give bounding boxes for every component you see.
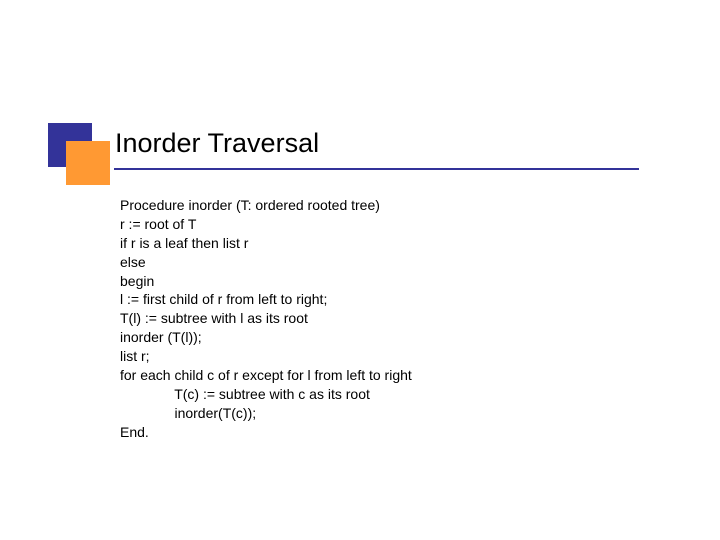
pseudocode-line: list r; [120,347,660,366]
content-body: Procedure inorder (T: ordered rooted tre… [120,196,660,442]
pseudocode-line: l := first child of r from left to right… [120,290,660,309]
slide-logo [48,123,110,185]
pseudocode-line: T(c) := subtree with c as its root [120,385,660,404]
pseudocode-line: Procedure inorder (T: ordered rooted tre… [120,196,660,215]
title-underline [114,168,639,170]
title-area: Inorder Traversal [115,128,319,159]
pseudocode-line: if r is a leaf then list r [120,234,660,253]
pseudocode-line: inorder (T(l)); [120,328,660,347]
pseudocode-line: else [120,253,660,272]
pseudocode-line: End. [120,423,660,442]
logo-square-front [66,141,110,185]
pseudocode-line: T(l) := subtree with l as its root [120,309,660,328]
pseudocode-line: r := root of T [120,215,660,234]
pseudocode-line: inorder(T(c)); [120,404,660,423]
pseudocode-line: begin [120,272,660,291]
slide-title: Inorder Traversal [115,128,319,159]
pseudocode-line: for each child c of r except for l from … [120,366,660,385]
